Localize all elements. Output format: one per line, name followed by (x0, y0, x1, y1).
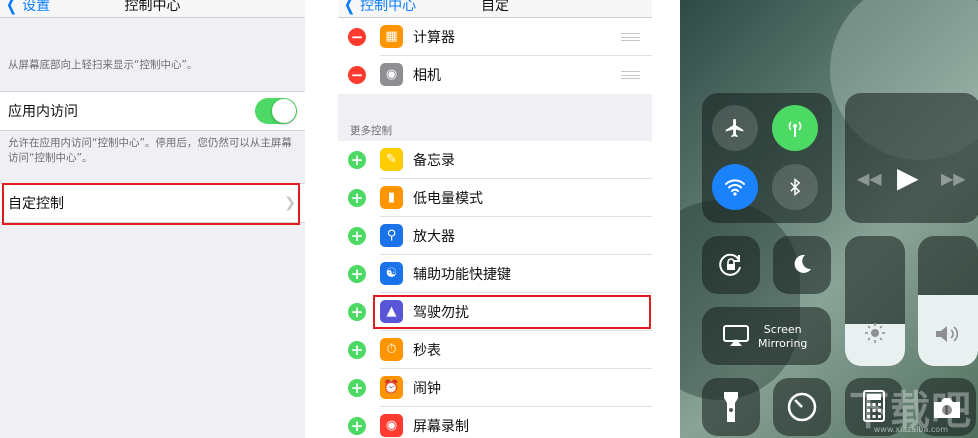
moon-icon (794, 254, 811, 273)
back-button[interactable]: ❮ 控制中心 (342, 0, 416, 15)
list-item-camera: − ◉ 相机 (338, 56, 652, 94)
item-label: 相机 (413, 68, 441, 84)
highlight-box (373, 295, 651, 329)
add-button[interactable]: + (348, 265, 366, 283)
add-button[interactable]: + (348, 341, 366, 359)
battery-icon: ▮ (380, 186, 403, 209)
antenna-icon (788, 121, 802, 137)
airplane-icon (725, 118, 744, 138)
page-title: 控制中心 (124, 0, 181, 14)
accessibility-icon: ☯ (380, 262, 403, 285)
app-access-toggle[interactable] (255, 98, 297, 124)
intro-note: 从屏幕底部向上轻扫来显示“控制中心”。 (8, 59, 198, 71)
add-button[interactable]: + (348, 227, 366, 245)
notes-icon: ✎ (380, 148, 403, 171)
nav-bar: ❮ 设置 控制中心 (0, 0, 305, 18)
cellular-data-button[interactable] (772, 105, 818, 151)
flashlight-button[interactable] (702, 378, 760, 436)
control-center-settings-screen: ❮ 设置 控制中心 从屏幕底部向上轻扫来显示“控制中心”。 应用内访问 允许在应… (0, 0, 305, 438)
screen-mirroring-label: Screen Mirroring (758, 323, 807, 351)
play-icon[interactable]: ▶ (897, 161, 919, 194)
page-title: 自定 (481, 0, 509, 14)
record-icon: ◉ (380, 414, 403, 437)
bluetooth-icon (790, 177, 801, 197)
list-item-accessibility: + ☯ 辅助功能快捷键 (338, 255, 652, 293)
list-item-screen-recording: + ◉ 屏幕录制 (338, 407, 652, 438)
wifi-button[interactable] (712, 164, 758, 210)
wifi-icon (725, 179, 745, 196)
item-label: 放大器 (413, 229, 455, 245)
item-label: 闹钟 (413, 381, 441, 397)
timer-icon (787, 392, 817, 422)
wallpaper-blur (680, 200, 800, 400)
item-label: 计算器 (413, 30, 455, 46)
stopwatch-icon: ⏱ (380, 338, 403, 361)
music-tile: ◀◀ ▶ ▶▶ (845, 93, 978, 223)
timer-button[interactable] (773, 378, 831, 436)
flashlight-icon (724, 392, 738, 422)
brightness-slider[interactable] (845, 236, 905, 366)
alarm-icon: ⏰ (380, 376, 403, 399)
camera-icon: ◉ (380, 63, 403, 86)
nav-bar: ❮ 控制中心 自定 (338, 0, 652, 18)
airplay-icon (723, 325, 749, 346)
list-item-alarm: + ⏰ 闹钟 (338, 369, 652, 407)
list-item-calculator: − ▦ 计算器 (338, 18, 652, 56)
add-button[interactable]: + (348, 417, 366, 435)
add-button[interactable]: + (348, 189, 366, 207)
reorder-handle-icon[interactable] (621, 33, 640, 41)
rotation-lock-button[interactable] (702, 236, 760, 294)
list-item-low-power: + ▮ 低电量模式 (338, 179, 652, 217)
screen-mirroring-label-text: Screen Mirroring (758, 323, 808, 350)
app-access-label: 应用内访问 (8, 104, 78, 120)
app-access-row: 应用内访问 (0, 91, 305, 131)
control-center-preview: ◀◀ ▶ ▶▶ Screen Mirroring 下载吧 www.xiazaib… (680, 0, 978, 438)
watermark-url: www.xiazaiba.com (873, 425, 948, 434)
remove-button[interactable]: − (348, 28, 366, 46)
item-label: 备忘录 (413, 153, 455, 169)
customize-screen: ❮ 控制中心 自定 − ▦ 计算器 − ◉ 相机 更多控制 + ✎ 备忘录 + … (338, 0, 652, 438)
volume-slider[interactable] (918, 236, 978, 366)
item-label: 辅助功能快捷键 (413, 267, 511, 283)
rotation-lock-icon (719, 253, 741, 276)
highlight-box (2, 183, 300, 225)
reorder-handle-icon[interactable] (621, 71, 640, 79)
bluetooth-button[interactable] (772, 164, 818, 210)
magnifier-icon: ⚲ (380, 224, 403, 247)
rewind-icon[interactable]: ◀◀ (857, 169, 882, 188)
fast-forward-icon[interactable]: ▶▶ (941, 169, 966, 188)
do-not-disturb-button[interactable] (773, 236, 831, 294)
chevron-left-icon: ❮ (343, 0, 356, 15)
list-item-stopwatch: + ⏱ 秒表 (338, 331, 652, 369)
remove-button[interactable]: − (348, 66, 366, 84)
app-access-note: 允许在应用内访问“控制中心”。停用后，您仍然可以从主屏幕访问“控制中心”。 (8, 137, 292, 164)
toggle-knob (272, 99, 296, 123)
item-label: 秒表 (413, 343, 441, 359)
airplane-mode-button[interactable] (712, 105, 758, 151)
add-button[interactable]: + (348, 303, 366, 321)
add-button[interactable]: + (348, 379, 366, 397)
sun-icon (865, 323, 885, 343)
list-item-magnifier: + ⚲ 放大器 (338, 217, 652, 255)
connectivity-tile (702, 93, 832, 223)
more-controls-header: 更多控制 (350, 125, 392, 137)
calculator-icon: ▦ (380, 25, 403, 48)
item-label: 低电量模式 (413, 191, 483, 207)
item-label: 屏幕录制 (413, 419, 469, 435)
speaker-icon (936, 326, 959, 342)
back-label: 控制中心 (360, 0, 417, 14)
screen-mirroring-button[interactable]: Screen Mirroring (702, 307, 831, 365)
add-button[interactable]: + (348, 151, 366, 169)
list-item-notes: + ✎ 备忘录 (338, 141, 652, 179)
